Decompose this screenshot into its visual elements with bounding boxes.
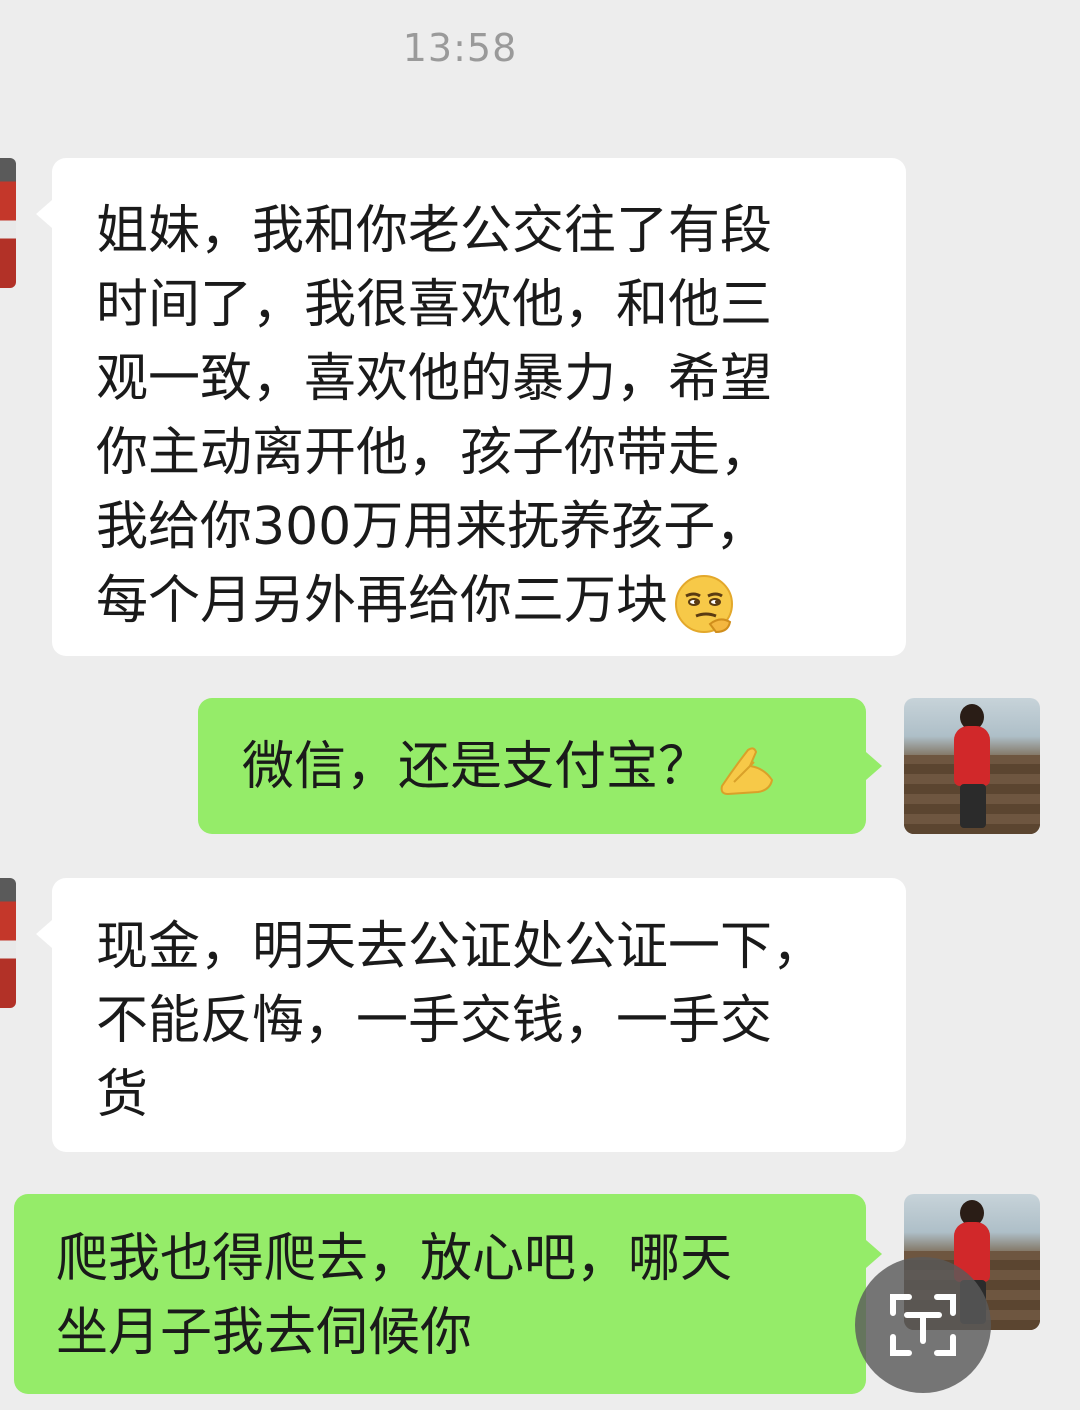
pinched-fingers-icon: [720, 747, 774, 796]
message-line: 姐妹，我和你老公交往了有段: [96, 201, 773, 261]
message-line: 观一致，喜欢他的暴力，希望: [96, 349, 773, 409]
message-line: 爬我也得爬去，放心吧，哪天: [56, 1229, 733, 1289]
outgoing-message-bubble[interactable]: 爬我也得爬去，放心吧，哪天 坐月子我去伺候你: [14, 1194, 866, 1394]
message-line: 现金，明天去公证处公证一下，: [96, 917, 825, 977]
outgoing-message-bubble[interactable]: 微信，还是支付宝？: [198, 698, 866, 834]
user-avatar[interactable]: [904, 698, 1040, 834]
incoming-message-bubble[interactable]: 姐妹，我和你老公交往了有段 时间了，我很喜欢他，和他三 观一致，喜欢他的暴力，希…: [52, 158, 906, 656]
text-scan-button[interactable]: [855, 1257, 991, 1393]
message-line: 微信，还是支付宝？: [242, 737, 711, 797]
bubble-tail: [36, 920, 52, 948]
contact-avatar[interactable]: [0, 878, 16, 1008]
message-line: 坐月子我去伺候你: [56, 1303, 473, 1363]
incoming-message-bubble[interactable]: 现金，明天去公证处公证一下， 不能反悔，一手交钱，一手交 货: [52, 878, 906, 1152]
smirk-face-icon: [675, 575, 734, 634]
message-line: 货: [96, 1065, 149, 1125]
message-line: 我给你300万用来抚养孩子，: [96, 497, 768, 557]
message-line: 你主动离开他，孩子你带走，: [96, 423, 773, 483]
bubble-tail: [866, 752, 882, 780]
bubble-tail: [36, 200, 52, 228]
message-line: 不能反悔，一手交钱，一手交: [96, 991, 773, 1051]
message-timestamp: 13:58: [402, 26, 518, 70]
message-line: 时间了，我很喜欢他，和他三: [96, 275, 773, 335]
scan-text-icon: [890, 1294, 956, 1356]
contact-avatar[interactable]: [0, 158, 16, 288]
message-line: 每个月另外再给你三万块: [96, 571, 669, 631]
